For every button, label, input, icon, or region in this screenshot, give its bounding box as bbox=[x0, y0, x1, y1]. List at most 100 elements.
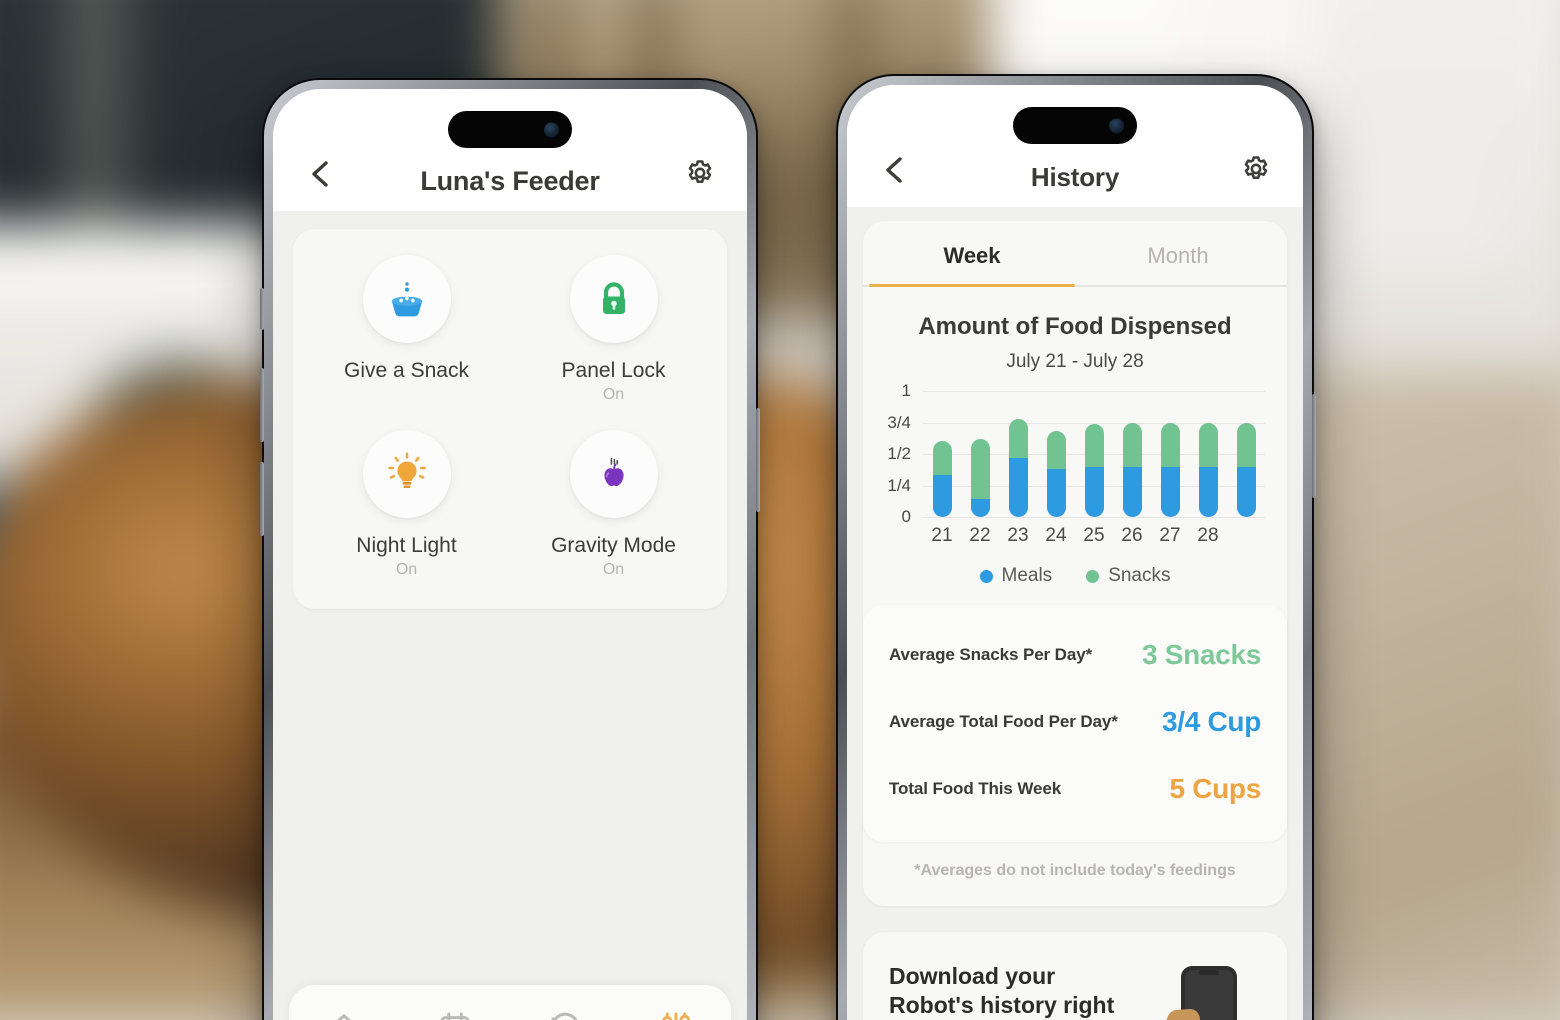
bar-segment-meals bbox=[1160, 466, 1180, 517]
control-icon-circle bbox=[362, 430, 451, 518]
control-label: Night Light bbox=[356, 534, 457, 557]
chart-bar bbox=[1198, 422, 1218, 517]
pet-home-icon bbox=[337, 1014, 352, 1020]
bar-segment-snacks bbox=[1084, 423, 1104, 467]
download-history-card[interactable]: Download your Robot's history right bbox=[863, 932, 1287, 1020]
bar-segment-snacks bbox=[1236, 422, 1256, 467]
dynamic-island bbox=[1013, 107, 1137, 144]
lock-icon bbox=[602, 282, 625, 314]
control-label: Give a Snack bbox=[344, 359, 469, 382]
calendar-icon bbox=[440, 1012, 470, 1020]
bar-segment-meals bbox=[1046, 469, 1066, 517]
chart-bar-column bbox=[1113, 391, 1151, 517]
history-app-body: Week Month Amount of Food Dispensed July… bbox=[847, 207, 1303, 1020]
bar-segment-snacks bbox=[932, 441, 952, 476]
x-axis-tick: 27 bbox=[1159, 525, 1181, 546]
y-axis-tick: 1/2 bbox=[887, 444, 911, 463]
background-photo bbox=[0, 0, 1560, 1020]
chart-bar-column bbox=[999, 391, 1037, 517]
control-label: Gravity Mode bbox=[551, 534, 676, 557]
chart-bar-column bbox=[1151, 391, 1189, 517]
legend-dot-snacks bbox=[1086, 569, 1100, 583]
chart-bar-column bbox=[1075, 391, 1113, 517]
bar-segment-meals bbox=[1008, 457, 1028, 517]
volume-up-button[interactable] bbox=[260, 368, 264, 442]
mute-switch[interactable] bbox=[260, 288, 264, 330]
chart-bar bbox=[1122, 422, 1142, 517]
control-give-a-snack[interactable]: Give a Snack bbox=[303, 255, 510, 404]
control-icon-circle bbox=[569, 430, 658, 518]
history-app-header: History bbox=[847, 85, 1303, 207]
x-axis-tick: 26 bbox=[1121, 525, 1143, 546]
tab-pet-home[interactable] bbox=[289, 1007, 400, 1020]
legend-dot-meals bbox=[979, 569, 993, 583]
y-axis-tick: 1 bbox=[901, 381, 911, 400]
chart-plot-area bbox=[923, 391, 1265, 518]
lightbulb-icon bbox=[387, 452, 426, 488]
power-button[interactable] bbox=[1312, 394, 1316, 498]
x-axis-tick: 23 bbox=[1007, 525, 1029, 546]
chart-bar bbox=[932, 441, 952, 517]
control-state: On bbox=[602, 386, 625, 403]
y-axis-tick: 1/4 bbox=[887, 475, 911, 495]
stat-row: Total Food This Week 5 Cups bbox=[889, 755, 1261, 822]
bottom-tab-bar bbox=[289, 985, 731, 1020]
power-button[interactable] bbox=[756, 408, 760, 512]
x-axis-tick: 24 bbox=[1045, 525, 1067, 546]
chart-bar-column bbox=[923, 391, 961, 517]
back-button[interactable] bbox=[871, 147, 917, 193]
control-panel-lock[interactable]: Panel Lock On bbox=[510, 255, 717, 404]
legend-label: Snacks bbox=[1108, 565, 1171, 586]
x-axis-tick: 21 bbox=[931, 525, 953, 546]
front-camera-icon bbox=[544, 122, 559, 137]
control-gravity-mode[interactable]: Gravity Mode On bbox=[510, 430, 717, 579]
chart-bar bbox=[970, 438, 990, 517]
settings-button[interactable] bbox=[1233, 147, 1279, 193]
tab-month[interactable]: Month bbox=[1075, 243, 1281, 285]
chart-subtitle: July 21 - July 28 bbox=[1006, 351, 1144, 372]
volume-down-button[interactable] bbox=[260, 462, 264, 536]
chart-bar bbox=[1046, 431, 1066, 517]
phone-right-device: History Week Month Amount of Food Dispen… bbox=[836, 74, 1316, 1020]
bar-segment-snacks bbox=[1008, 418, 1028, 458]
stat-label: Average Snacks Per Day* bbox=[889, 644, 1093, 664]
bar-segment-meals bbox=[1198, 466, 1218, 517]
back-button[interactable] bbox=[297, 151, 343, 197]
chart-bar bbox=[1160, 422, 1180, 517]
stat-label: Total Food This Week bbox=[889, 778, 1062, 798]
dynamic-island bbox=[448, 111, 572, 148]
bar-segment-snacks bbox=[1160, 422, 1180, 467]
page-title: Luna's Feeder bbox=[420, 166, 600, 196]
bar-segment-meals bbox=[1236, 466, 1256, 517]
control-state: On bbox=[602, 561, 625, 578]
period-tabs: Week Month bbox=[863, 243, 1287, 287]
tab-week[interactable]: Week bbox=[869, 243, 1075, 285]
chart-bar bbox=[1236, 422, 1256, 517]
bar-segment-snacks bbox=[970, 438, 990, 500]
tab-history[interactable] bbox=[510, 1007, 621, 1020]
history-clock-icon bbox=[551, 1012, 578, 1020]
chart-title: Amount of Food Dispensed bbox=[918, 313, 1232, 340]
stat-label: Average Total Food Per Day* bbox=[889, 711, 1118, 731]
screenshot-scene: Luna's Feeder Give a Snack Panel Lock On… bbox=[0, 0, 1560, 1020]
legend-item-meals: Meals bbox=[979, 565, 1052, 587]
chevron-left-icon bbox=[886, 157, 902, 183]
bar-segment-meals bbox=[932, 475, 952, 517]
bar-segment-meals bbox=[970, 499, 990, 517]
tab-controls[interactable] bbox=[621, 1007, 732, 1020]
bar-segment-snacks bbox=[1122, 422, 1142, 467]
settings-button[interactable] bbox=[677, 151, 723, 197]
chart-gridline bbox=[923, 517, 1265, 518]
pet-bowl-icon bbox=[391, 282, 422, 317]
y-axis: 0 1/4 1/2 3/4 1 bbox=[877, 381, 917, 526]
x-axis-tick: 22 bbox=[969, 525, 991, 546]
control-night-light[interactable]: Night Light On bbox=[303, 430, 510, 579]
gear-icon bbox=[688, 160, 712, 184]
stat-row: Average Total Food Per Day* 3/4 Cup bbox=[889, 688, 1261, 755]
chart-bar-column bbox=[1037, 391, 1075, 517]
bar-segment-meals bbox=[1084, 466, 1104, 517]
control-state: On bbox=[395, 561, 418, 578]
stat-value: 3 Snacks bbox=[1141, 638, 1261, 670]
y-axis-tick: 3/4 bbox=[887, 412, 911, 432]
tab-schedule[interactable] bbox=[400, 1007, 511, 1020]
